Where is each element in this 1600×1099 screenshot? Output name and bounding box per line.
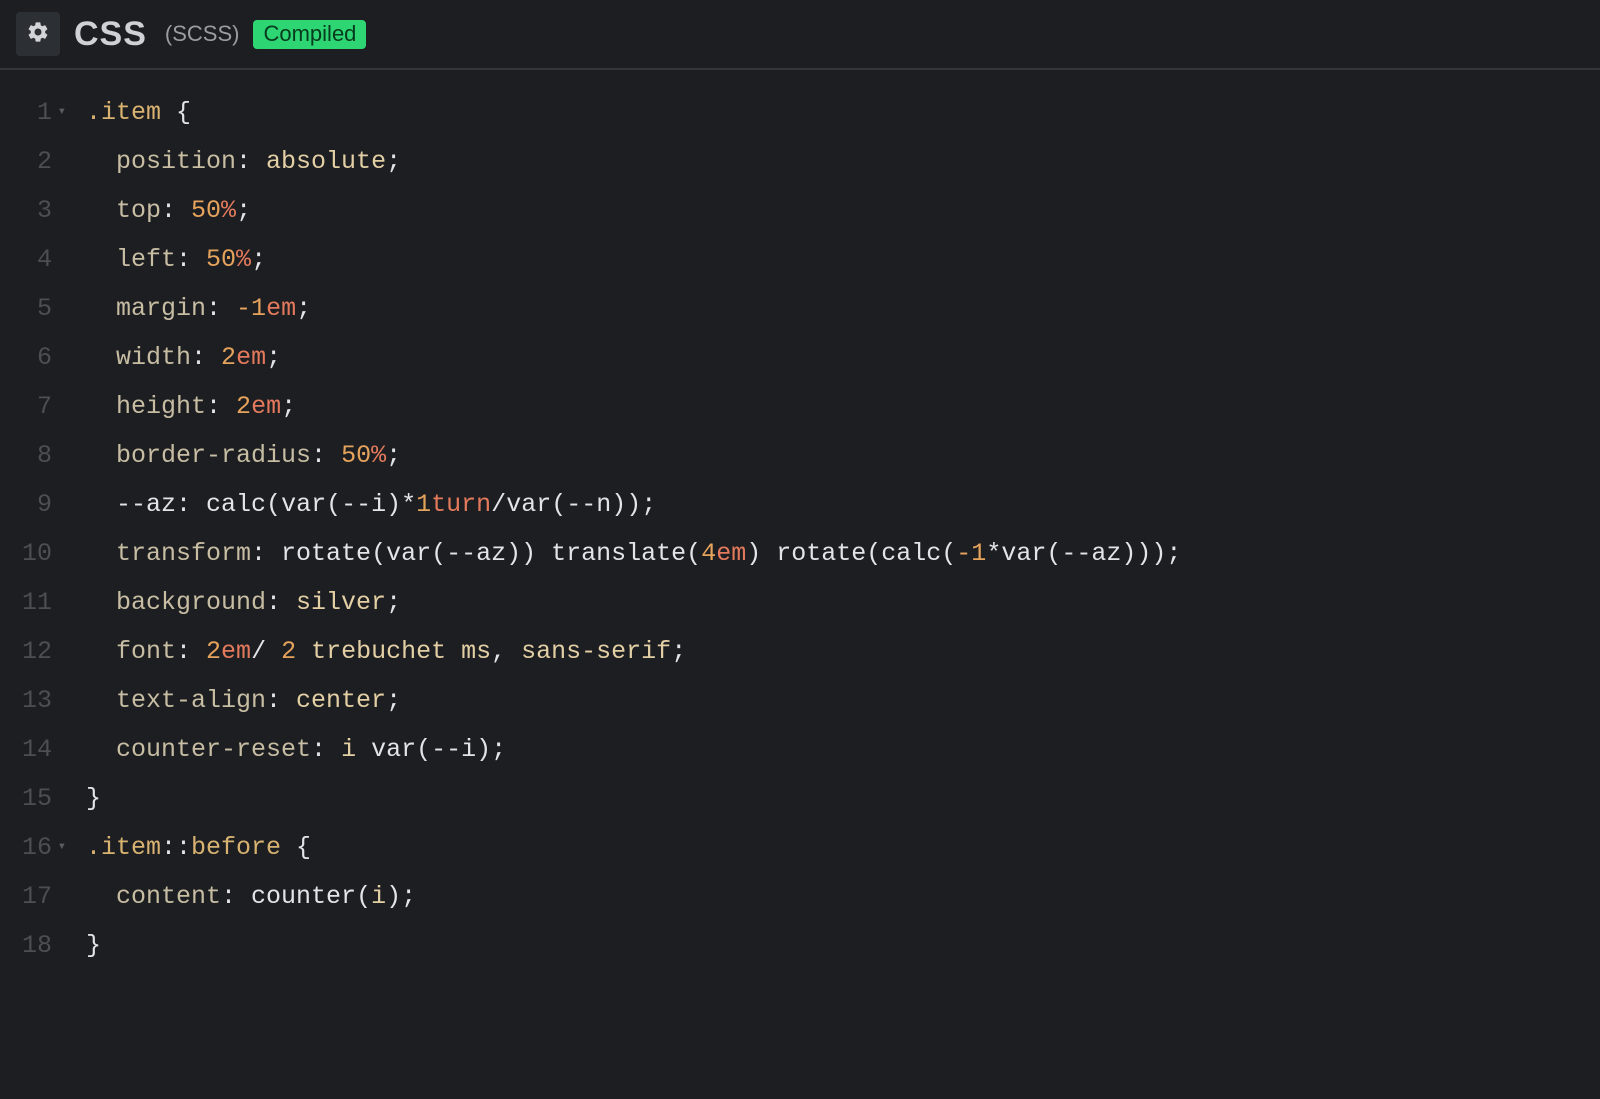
fold-arrow-icon[interactable]: ▾ [58, 88, 66, 137]
line-number: 10 [0, 529, 52, 578]
panel-title: CSS [74, 15, 147, 54]
code-line[interactable]: font: 2em/ 2 trebuchet ms, sans-serif; [86, 627, 1600, 676]
panel-subtitle: (SCSS) [165, 21, 240, 47]
code-line[interactable]: top: 50%; [86, 186, 1600, 235]
line-number: 7 [0, 382, 52, 431]
code-line[interactable]: left: 50%; [86, 235, 1600, 284]
panel-header: CSS (SCSS) Compiled [0, 0, 1600, 70]
code-editor[interactable]: 1▾2345678910111213141516▾1718 .item { po… [0, 70, 1600, 970]
code-line[interactable]: .item::before { [86, 823, 1600, 872]
compiled-badge[interactable]: Compiled [253, 20, 366, 49]
code-line[interactable]: --az: calc(var(--i)*1turn/var(--n)); [86, 480, 1600, 529]
code-line[interactable]: .item { [86, 88, 1600, 137]
line-number: 12 [0, 627, 52, 676]
line-number: 5 [0, 284, 52, 333]
line-number: 14 [0, 725, 52, 774]
line-number: 9 [0, 480, 52, 529]
fold-arrow-icon[interactable]: ▾ [58, 823, 66, 872]
code-line[interactable]: counter-reset: i var(--i); [86, 725, 1600, 774]
line-number: 6 [0, 333, 52, 382]
line-number: 16▾ [0, 823, 52, 872]
line-number: 13 [0, 676, 52, 725]
code-line[interactable]: height: 2em; [86, 382, 1600, 431]
code-line[interactable]: text-align: center; [86, 676, 1600, 725]
line-number: 2 [0, 137, 52, 186]
line-number: 8 [0, 431, 52, 480]
code-line[interactable]: background: silver; [86, 578, 1600, 627]
line-number: 11 [0, 578, 52, 627]
code-line[interactable]: margin: -1em; [86, 284, 1600, 333]
code-line[interactable]: } [86, 921, 1600, 970]
line-number: 3 [0, 186, 52, 235]
line-number: 15 [0, 774, 52, 823]
line-number: 18 [0, 921, 52, 970]
code-line[interactable]: width: 2em; [86, 333, 1600, 382]
line-number: 4 [0, 235, 52, 284]
code-line[interactable]: border-radius: 50%; [86, 431, 1600, 480]
code-line[interactable]: content: counter(i); [86, 872, 1600, 921]
code-content[interactable]: .item { position: absolute; top: 50%; le… [64, 88, 1600, 970]
code-line[interactable]: transform: rotate(var(--az)) translate(4… [86, 529, 1600, 578]
line-number: 1▾ [0, 88, 52, 137]
settings-button[interactable] [16, 12, 60, 56]
line-number: 17 [0, 872, 52, 921]
code-line[interactable]: } [86, 774, 1600, 823]
gear-icon [26, 20, 50, 49]
code-line[interactable]: position: absolute; [86, 137, 1600, 186]
line-number-gutter: 1▾2345678910111213141516▾1718 [0, 88, 64, 970]
